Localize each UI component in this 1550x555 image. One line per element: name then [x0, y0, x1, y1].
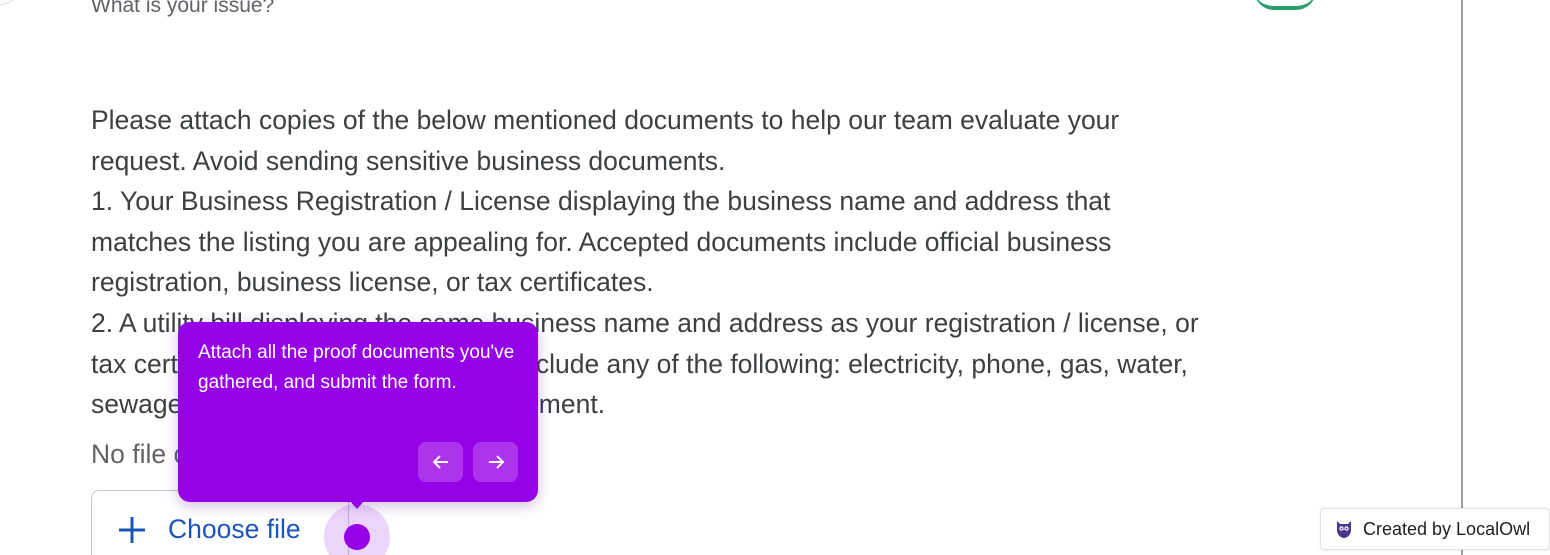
instructions-line: registration, business license, or tax c…	[91, 267, 654, 298]
instructions-line: 1. Your Business Registration / License …	[91, 186, 1111, 217]
instructions-line: Please attach copies of the below mentio…	[91, 105, 1120, 135]
created-by-badge[interactable]: Created by LocalOwl	[1320, 508, 1550, 550]
owl-icon	[1335, 519, 1353, 539]
instructions-line: matches the listing you are appealing fo…	[91, 226, 1112, 257]
partial-logo	[1254, 0, 1316, 10]
plus-icon	[116, 511, 148, 547]
arrow-left-icon	[431, 452, 451, 472]
scrollbar-divider	[1461, 0, 1463, 555]
walkthrough-tooltip: Attach all the proof documents you've ga…	[178, 322, 538, 509]
page: What is your issue? Please attach copies…	[0, 0, 1550, 555]
question-label: What is your issue?	[91, 0, 275, 17]
walkthrough-hotspot[interactable]	[344, 524, 370, 550]
instructions-line: request. Avoid sending sensitive busines…	[91, 145, 726, 176]
partial-avatar	[0, 0, 20, 5]
tooltip-text: Attach all the proof documents you've ga…	[198, 342, 515, 393]
previous-step-button[interactable]	[418, 442, 463, 482]
choose-file-label: Choose file	[168, 514, 301, 544]
tooltip-pointer	[349, 500, 365, 509]
arrow-right-icon	[486, 452, 506, 472]
badge-label: Created by LocalOwl	[1363, 518, 1531, 539]
next-step-button[interactable]	[473, 442, 518, 482]
tooltip-nav	[418, 442, 518, 482]
